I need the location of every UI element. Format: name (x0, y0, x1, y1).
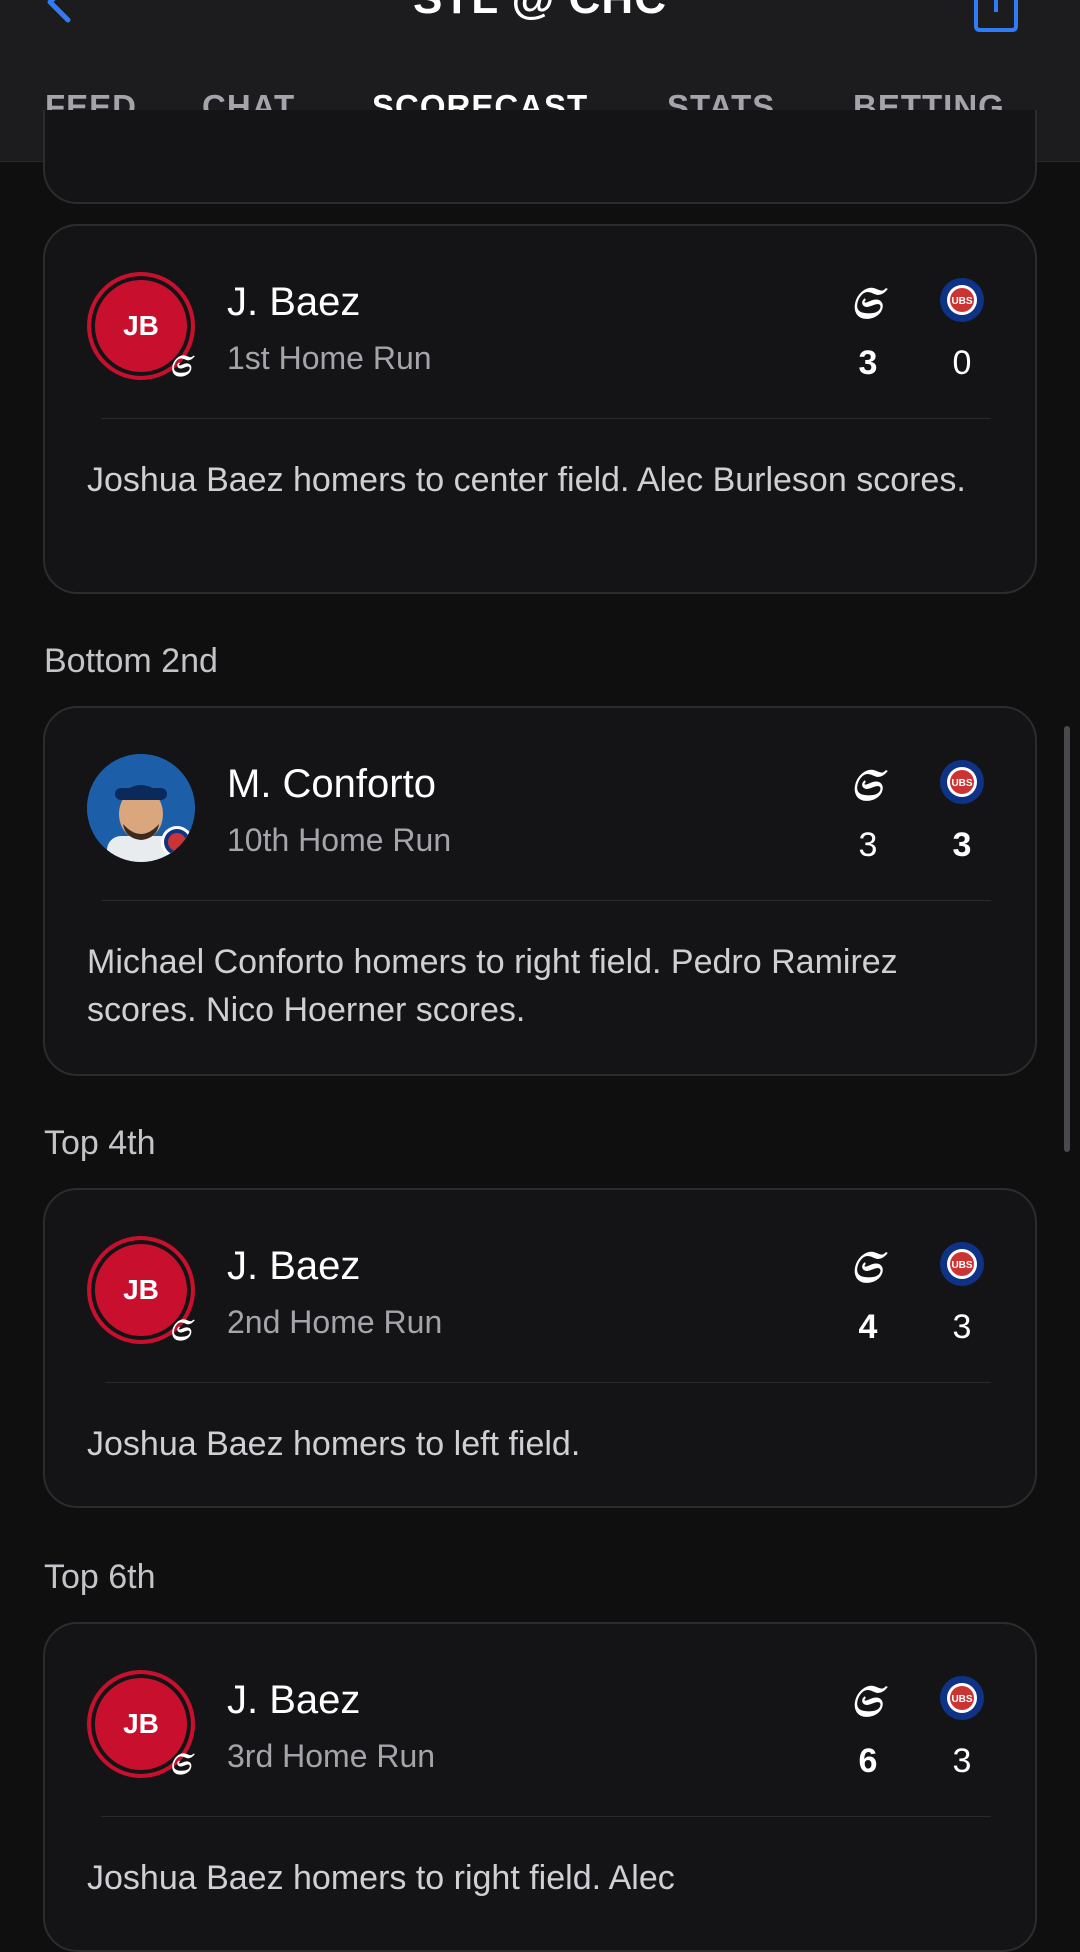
home-score: 0 (952, 344, 972, 382)
play-card[interactable]: JB 𝔖 J. Baez 2nd Home Run 𝔖 UBS 4 3 Josh… (43, 1188, 1037, 1508)
play-description: Joshua Baez homers to center field. Alec… (87, 461, 966, 499)
cardinals-logo-icon: 𝔖 (850, 1676, 888, 1722)
player-name: J. Baez (227, 1678, 361, 1722)
cardinals-logo-icon: 𝔖 (850, 760, 888, 806)
scrollbar[interactable] (1064, 726, 1070, 1152)
away-score: 6 (858, 1742, 878, 1780)
inning-label: Top 6th (44, 1558, 156, 1596)
player-photo-avatar (87, 754, 195, 862)
home-score: 3 (952, 1742, 972, 1780)
player-avatar: JB 𝔖 (87, 1236, 195, 1346)
player-avatar: JB 𝔖 (87, 1670, 195, 1780)
cubs-logo-icon (161, 826, 193, 858)
event-label: 1st Home Run (227, 340, 432, 376)
play-card[interactable]: JB 𝔖 J. Baez 3rd Home Run 𝔖 UBS 6 3 Josh… (43, 1622, 1037, 1952)
share-icon[interactable] (970, 0, 1022, 36)
player-avatar: JB 𝔖 (87, 272, 195, 382)
card-divider (101, 900, 991, 901)
away-score: 4 (858, 1308, 878, 1346)
play-card[interactable]: M. Conforto 10th Home Run 𝔖 UBS 3 3 Mich… (43, 706, 1037, 1076)
cubs-logo-icon: UBS (940, 760, 984, 804)
event-label: 10th Home Run (227, 822, 452, 858)
play-description: Michael Conforto homers to right field. … (87, 943, 898, 1029)
svg-text:UBS: UBS (951, 778, 972, 789)
cardinals-logo-icon: 𝔖 (169, 1313, 195, 1346)
player-name: M. Conforto (227, 762, 436, 806)
cardinals-logo-icon: 𝔖 (850, 1242, 888, 1288)
event-label: 2nd Home Run (227, 1304, 443, 1340)
away-score: 3 (858, 344, 878, 382)
card-divider (101, 1816, 991, 1817)
away-score: 3 (858, 826, 878, 864)
cubs-logo-icon: UBS (940, 278, 984, 322)
svg-text:UBS: UBS (951, 296, 972, 307)
player-name: J. Baez (227, 280, 361, 324)
player-name: J. Baez (227, 1244, 361, 1288)
svg-text:𝔖: 𝔖 (169, 349, 195, 382)
svg-text:UBS: UBS (951, 1694, 972, 1705)
cubs-logo-icon: UBS (940, 1242, 984, 1286)
svg-text:𝔖: 𝔖 (850, 278, 888, 324)
svg-text:𝔖: 𝔖 (850, 1242, 888, 1288)
cubs-logo-icon: UBS (940, 1676, 984, 1720)
svg-text:𝔖: 𝔖 (169, 1747, 195, 1780)
play-description: Joshua Baez homers to right field. Alec (87, 1859, 675, 1897)
cardinals-logo-icon: 𝔖 (850, 278, 888, 324)
inning-label: Bottom 2nd (44, 642, 218, 680)
home-score: 3 (952, 826, 972, 864)
card-divider (105, 1382, 991, 1383)
event-label: 3rd Home Run (227, 1738, 436, 1774)
cardinals-logo-icon: 𝔖 (169, 349, 195, 382)
cardinals-logo-icon: 𝔖 (169, 1747, 195, 1780)
svg-text:UBS: UBS (951, 1260, 972, 1271)
home-score: 3 (952, 1308, 972, 1346)
play-description: Joshua Baez homers to left field. (87, 1425, 581, 1463)
svg-text:𝔖: 𝔖 (850, 760, 888, 806)
card-divider (101, 418, 991, 419)
previous-play-card[interactable] (43, 110, 1037, 204)
svg-text:𝔖: 𝔖 (169, 1313, 195, 1346)
svg-text:𝔖: 𝔖 (850, 1676, 888, 1722)
play-card[interactable]: JB 𝔖 J. Baez 1st Home Run 𝔖 UBS 3 0 Josh… (43, 224, 1037, 594)
inning-label: Top 4th (44, 1124, 156, 1162)
game-title: STL @ CHC (0, 0, 1080, 24)
